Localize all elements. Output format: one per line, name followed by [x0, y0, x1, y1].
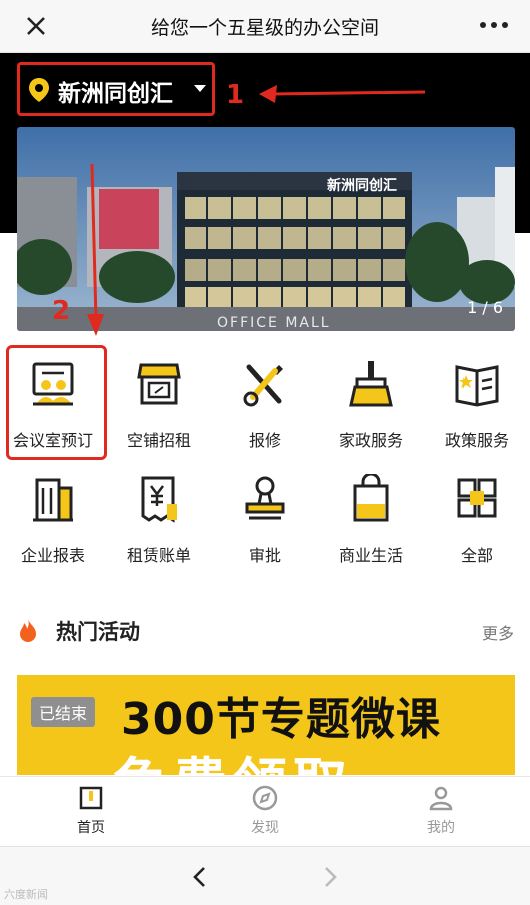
- location-pin-icon: [29, 78, 49, 102]
- stamp-icon: [245, 476, 285, 520]
- bottom-tab-bar: 首页 发现 我的: [0, 776, 530, 847]
- tab-label: 我的: [427, 820, 455, 836]
- service-repair[interactable]: 报修: [212, 345, 318, 455]
- service-label: 租赁账单: [126, 546, 191, 565]
- watermark: 六度新闻: [4, 888, 48, 901]
- broom-icon: [349, 361, 393, 407]
- tab-label: 发现: [251, 820, 279, 836]
- location-name: 新洲同创汇: [58, 81, 173, 107]
- meeting-room-highlight: [6, 345, 107, 460]
- section-title: 热门活动: [56, 620, 140, 644]
- service-bill[interactable]: 租赁账单: [106, 460, 212, 570]
- service-housekeeping[interactable]: 家政服务: [318, 345, 424, 455]
- activity-subline: 免费领取: [113, 739, 353, 775]
- hot-activities-header: 热门活动 更多: [0, 612, 530, 652]
- shop-icon: [137, 363, 181, 405]
- grid-all-icon: [457, 478, 497, 518]
- top-bar: 给您一个五星级的办公空间: [0, 0, 530, 53]
- back-arrow-icon[interactable]: [190, 865, 210, 889]
- service-label: 空铺招租: [126, 431, 191, 450]
- more-link[interactable]: 更多: [482, 620, 514, 644]
- service-label: 商业生活: [338, 546, 403, 565]
- activity-card[interactable]: 已结束 300节专题微课 免费领取: [17, 675, 515, 775]
- service-label: 审批: [248, 546, 281, 565]
- service-policy[interactable]: 政策服务: [424, 345, 530, 455]
- home-icon: [79, 786, 103, 810]
- chevron-down-icon: [194, 85, 206, 92]
- service-approval[interactable]: 审批: [212, 460, 318, 570]
- mall-text: OFFICE MALL: [217, 315, 331, 331]
- more-icon[interactable]: [478, 18, 510, 32]
- tab-me[interactable]: 我的: [386, 785, 496, 837]
- service-label: 全部: [460, 546, 493, 565]
- forward-arrow-icon[interactable]: [320, 865, 340, 889]
- annotation-arrow-1: [259, 85, 426, 103]
- compass-icon: [252, 785, 278, 811]
- annotation-arrow-2: [87, 163, 104, 336]
- building-icon: [33, 478, 73, 522]
- status-badge: 已结束: [31, 697, 96, 727]
- service-label: 报修: [248, 431, 281, 450]
- service-report[interactable]: 企业报表: [0, 460, 106, 570]
- activity-headline: 300节专题微课: [121, 694, 441, 745]
- banner-pager: 1 / 6: [467, 298, 503, 317]
- fire-icon: [20, 619, 36, 642]
- annotation-number-1: 1: [226, 80, 245, 110]
- annotation-number-2: 2: [52, 296, 71, 326]
- tab-discover[interactable]: 发现: [210, 785, 320, 837]
- building-sign: 新洲同创汇: [327, 178, 397, 194]
- repair-tools-icon: [243, 364, 283, 407]
- tab-home[interactable]: 首页: [36, 785, 146, 837]
- service-all[interactable]: 全部: [424, 460, 530, 570]
- service-shop[interactable]: 空铺招租: [106, 345, 212, 455]
- shopping-bag-icon: [353, 474, 389, 522]
- policy-book-icon: [455, 365, 499, 407]
- tab-label: 首页: [77, 820, 105, 836]
- user-icon: [429, 786, 453, 811]
- browser-nav-bar: [0, 846, 530, 905]
- bill-icon: [141, 476, 177, 523]
- service-label: 政策服务: [444, 431, 509, 450]
- service-label: 企业报表: [20, 546, 85, 565]
- service-label: 家政服务: [338, 431, 403, 450]
- location-selector[interactable]: 新洲同创汇: [17, 62, 215, 116]
- page-title: 给您一个五星级的办公空间: [150, 17, 379, 39]
- service-commerce[interactable]: 商业生活: [318, 460, 424, 570]
